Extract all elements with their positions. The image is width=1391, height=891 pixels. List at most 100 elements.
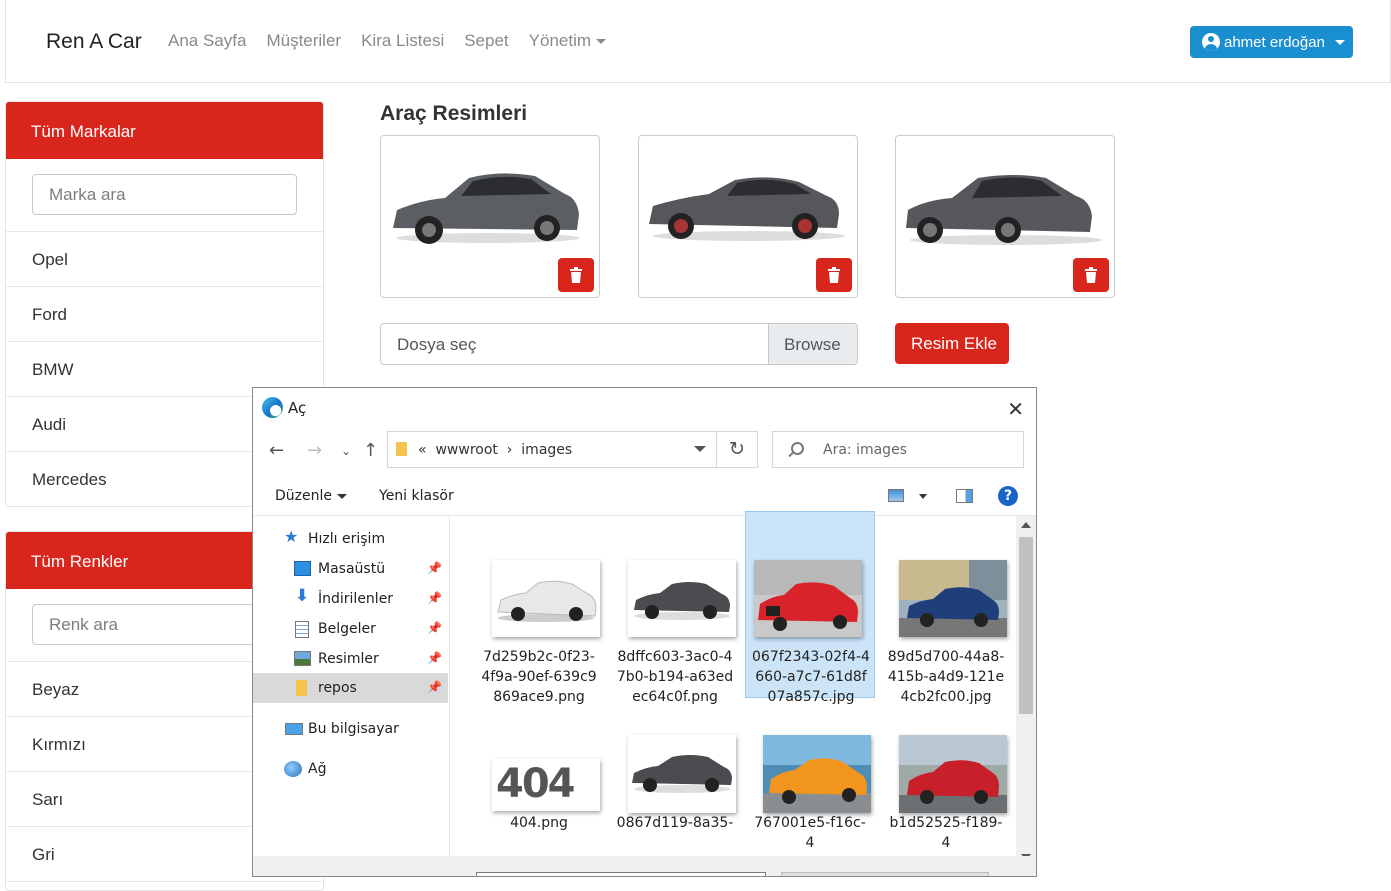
search-input[interactable]: Ara: images [772, 431, 1024, 468]
car-image-card [895, 135, 1115, 298]
refresh-button[interactable]: ↻ [717, 431, 758, 468]
nav-label: Resimler [318, 651, 379, 667]
nav-customers[interactable]: Müşteriler [266, 31, 341, 51]
nav-home[interactable]: Ana Sayfa [168, 31, 246, 51]
user-name: ahmet erdoğan [1224, 33, 1325, 51]
nav-downloads[interactable]: ⬇ İndirilenler 📌 [253, 584, 448, 614]
file-name: 7d259b2c-0f23-4f9a-90ef-639c9869ace9.png [481, 649, 597, 705]
nav-admin-dropdown[interactable]: Yönetim [528, 31, 607, 51]
download-icon: ⬇ [295, 586, 310, 606]
file-item[interactable]: 0867d119-8a35- [610, 711, 740, 876]
trash-icon [570, 267, 582, 283]
file-input[interactable]: Dosya seç Browse [380, 323, 858, 365]
star-icon: ★ [284, 527, 299, 546]
delete-image-button[interactable] [558, 258, 594, 292]
file-name: 067f2343-02f4-4660-a7c7-61d8f07a857c.jpg [752, 649, 870, 705]
brands-header[interactable]: Tüm Markalar [6, 102, 323, 159]
file-list: 7d259b2c-0f23-4f9a-90ef-639c9869ace9.png… [450, 511, 1018, 876]
user-menu-button[interactable]: ahmet erdoğan [1190, 26, 1353, 58]
car-image-card [638, 135, 858, 298]
brand-search-input[interactable]: Marka ara [32, 174, 297, 215]
file-item-selected[interactable]: 067f2343-02f4-4660-a7c7-61d8f07a857c.jpg [745, 511, 875, 705]
pin-icon: 📌 [427, 591, 442, 605]
close-icon[interactable]: ✕ [1007, 397, 1024, 421]
user-circle-icon [1202, 33, 1220, 51]
vertical-scrollbar[interactable] [1016, 516, 1036, 860]
file-thumbnail: 404 [492, 759, 600, 811]
file-item[interactable]: b1d52525-f189-4 [881, 711, 1011, 876]
navigation-pane: ★ Hızlı erişim Masaüstü 📌 ⬇ İndirilenler… [253, 516, 450, 876]
forward-arrow-icon[interactable]: → [307, 440, 322, 461]
new-folder-button[interactable]: Yeni klasör [379, 488, 454, 504]
add-image-button[interactable]: Resim Ekle [895, 323, 1009, 364]
pin-icon: 📌 [427, 651, 442, 665]
car-image-card [380, 135, 600, 298]
edge-browser-icon [262, 397, 283, 418]
file-item[interactable]: 8dffc603-3ac0-47b0-b194-a63edec64c0f.png [610, 523, 740, 710]
nav-label: Hızlı erişim [308, 531, 386, 547]
breadcrumb-images[interactable]: images [521, 442, 572, 458]
brand-item[interactable]: Ford [6, 287, 323, 342]
pin-icon: 📌 [427, 621, 442, 635]
nav-links: Ana Sayfa Müşteriler Kira Listesi Sepet … [168, 31, 607, 51]
file-item[interactable]: 89d5d700-44a8-415b-a4d9-121e4cb2fc00.jpg [881, 523, 1011, 710]
file-thumbnail [628, 735, 736, 813]
nav-label: Belgeler [318, 621, 376, 637]
organize-menu[interactable]: Düzenle [275, 488, 347, 504]
nav-cart[interactable]: Sepet [464, 31, 508, 51]
file-name: 0867d119-8a35- [616, 815, 734, 831]
file-type-select[interactable] [781, 872, 989, 876]
file-name: 767001e5-f16c-4 [754, 815, 866, 851]
back-arrow-icon[interactable]: ← [269, 440, 284, 461]
navbar: Ren A Car Ana Sayfa Müşteriler Kira List… [5, 0, 1391, 83]
nav-repos[interactable]: repos 📌 [253, 673, 448, 703]
nav-desktop[interactable]: Masaüstü 📌 [253, 554, 448, 584]
nav-label: repos [318, 680, 357, 696]
breadcrumb: « wwwroot › images [418, 442, 573, 458]
nav-network[interactable]: Ağ [253, 754, 448, 784]
scroll-up-icon[interactable] [1021, 522, 1031, 528]
nav-documents[interactable]: Belgeler 📌 [253, 614, 448, 644]
chevron-down-icon[interactable] [694, 446, 706, 452]
recent-locations-chevron-icon[interactable]: ⌄ [341, 444, 351, 458]
file-name: b1d52525-f189-4 [889, 815, 1003, 851]
dialog-toolbar: Düzenle Yeni klasör ? [253, 480, 1036, 516]
file-item[interactable]: 767001e5-f16c-4 [745, 711, 875, 876]
file-name: 89d5d700-44a8-415b-a4d9-121e4cb2fc00.jpg [887, 649, 1005, 705]
nav-admin-label: Yönetim [528, 31, 592, 50]
file-item[interactable]: 404 404.png [474, 711, 604, 876]
organize-label: Düzenle [275, 488, 332, 504]
address-bar[interactable]: « wwwroot › images [387, 431, 717, 468]
breadcrumb-wwwroot[interactable]: wwwroot [435, 442, 497, 458]
nav-rental-list[interactable]: Kira Listesi [361, 31, 444, 51]
pin-icon: 📌 [427, 561, 442, 575]
file-thumbnail [754, 560, 862, 637]
search-placeholder: Ara: images [823, 442, 907, 458]
dialog-title: Aç [288, 399, 307, 417]
desktop-icon [294, 561, 311, 576]
delete-image-button[interactable] [1073, 258, 1109, 292]
preview-pane-icon[interactable] [956, 489, 973, 503]
view-options-chevron-icon[interactable] [919, 494, 927, 499]
picture-icon [294, 651, 311, 666]
file-name: 8dffc603-3ac0-47b0-b194-a63edec64c0f.png [616, 649, 734, 705]
browse-button[interactable]: Browse [768, 324, 857, 364]
nav-quick-access[interactable]: ★ Hızlı erişim [253, 524, 448, 554]
view-icon[interactable] [888, 489, 904, 502]
file-thumbnail [899, 560, 1007, 637]
nav-this-pc[interactable]: Bu bilgisayar [253, 714, 448, 744]
scrollbar-thumb[interactable] [1019, 537, 1033, 714]
file-item[interactable]: 7d259b2c-0f23-4f9a-90ef-639c9869ace9.png [474, 523, 604, 710]
file-thumbnail [899, 735, 1007, 813]
help-icon[interactable]: ? [998, 486, 1018, 506]
brand-item[interactable]: Opel [6, 232, 323, 287]
up-arrow-icon[interactable]: ↑ [363, 440, 378, 461]
chevron-down-icon [337, 493, 347, 499]
trash-icon [1085, 267, 1097, 283]
folder-icon [396, 442, 407, 456]
delete-image-button[interactable] [816, 258, 852, 292]
brand-logo[interactable]: Ren A Car [46, 30, 142, 54]
nav-pictures[interactable]: Resimler 📌 [253, 644, 448, 674]
nav-label: Masaüstü [318, 561, 386, 577]
file-name-input[interactable] [476, 872, 766, 876]
